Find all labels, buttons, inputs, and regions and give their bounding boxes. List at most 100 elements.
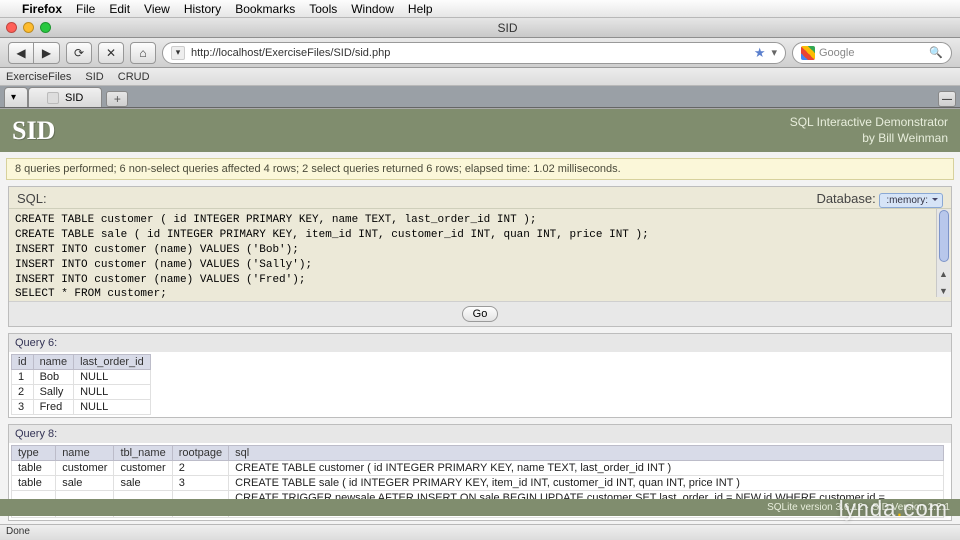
traffic-lights <box>6 22 51 33</box>
cell-null: NULL <box>74 400 151 415</box>
search-placeholder: Google <box>819 47 854 59</box>
subtitle-2: by Bill Weinman <box>790 131 948 147</box>
col-tblname: tbl_name <box>114 446 172 461</box>
sql-block: SQL: Database: :memory: ▲ ▼ Go <box>8 186 952 327</box>
nav-buttons: ◀ ▶ <box>8 42 60 64</box>
version-bar: SQLite version 3.6.12 · SID Version 2.2.… <box>0 499 960 516</box>
tab-strip: ▾ SID + — <box>0 86 960 108</box>
table-row: 3FredNULL <box>12 400 151 415</box>
col-name: name <box>56 446 114 461</box>
url-bar[interactable]: ▾ http://localhost/ExerciseFiles/SID/sid… <box>162 42 786 64</box>
cell: 3 <box>12 400 34 415</box>
bookmarks-toolbar: ExerciseFiles SID CRUD <box>0 68 960 86</box>
go-button[interactable]: Go <box>462 306 499 322</box>
site-favicon-icon: ▾ <box>171 46 185 60</box>
col-last: last_order_id <box>74 355 151 370</box>
reload-button[interactable]: ⟳ <box>66 42 92 64</box>
scroll-down-icon[interactable]: ▼ <box>939 286 948 296</box>
app-title: SID <box>12 116 55 146</box>
cell: 2 <box>12 385 34 400</box>
cell: Bob <box>33 370 74 385</box>
browser-toolbar: ◀ ▶ ⟳ ✕ ⌂ ▾ http://localhost/ExerciseFil… <box>0 38 960 68</box>
back-button[interactable]: ◀ <box>8 42 34 64</box>
status-message: 8 queries performed; 6 non-select querie… <box>6 158 954 180</box>
cell-null: NULL <box>74 385 151 400</box>
dropdown-icon[interactable]: ▾ <box>771 46 777 59</box>
cell: table <box>12 476 56 491</box>
bookmark-link[interactable]: ExerciseFiles <box>6 71 71 83</box>
menu-file[interactable]: File <box>76 2 95 16</box>
listall-icon: ▾ <box>11 92 16 103</box>
window-title: SID <box>61 21 954 35</box>
subtitle-1: SQL Interactive Demonstrator <box>790 115 948 131</box>
tab-favicon-icon <box>47 92 59 104</box>
zoom-icon[interactable] <box>40 22 51 33</box>
cell: customer <box>114 461 172 476</box>
cell-null: NULL <box>74 370 151 385</box>
sql-textarea[interactable] <box>9 208 951 298</box>
col-sql: sql <box>229 446 943 461</box>
sql-label: SQL: <box>17 191 47 206</box>
scrollbar-thumb[interactable] <box>939 210 949 262</box>
cell: Fred <box>33 400 74 415</box>
cell: Sally <box>33 385 74 400</box>
bookmark-star-icon[interactable]: ★ <box>754 45 766 61</box>
query8-title: Query 8: <box>9 425 951 443</box>
mac-menubar: Firefox File Edit View History Bookmarks… <box>0 0 960 18</box>
cell: CREATE TABLE customer ( id INTEGER PRIMA… <box>229 461 943 476</box>
cell: sale <box>56 476 114 491</box>
query6-block: Query 6: id name last_order_id 1BobNULL … <box>8 333 952 418</box>
cell: CREATE TABLE sale ( id INTEGER PRIMARY K… <box>229 476 943 491</box>
db-selector[interactable]: :memory: <box>879 193 943 208</box>
forward-button[interactable]: ▶ <box>34 42 60 64</box>
menu-history[interactable]: History <box>184 2 221 16</box>
tabstrip-menu-button[interactable]: — <box>938 91 956 107</box>
minimize-icon[interactable] <box>23 22 34 33</box>
menu-bookmarks[interactable]: Bookmarks <box>235 2 295 16</box>
google-icon <box>801 46 815 60</box>
menu-help[interactable]: Help <box>408 2 433 16</box>
search-box[interactable]: Google 🔍 <box>792 42 952 64</box>
go-bar: Go <box>9 301 951 326</box>
sql-header: SQL: Database: :memory: <box>9 187 951 208</box>
home-button[interactable]: ⌂ <box>130 42 156 64</box>
scroll-up-icon[interactable]: ▲ <box>939 269 948 279</box>
cell: table <box>12 461 56 476</box>
menu-window[interactable]: Window <box>351 2 394 16</box>
stop-button[interactable]: ✕ <box>98 42 124 64</box>
cell: 2 <box>172 461 228 476</box>
query6-table: id name last_order_id 1BobNULL 2SallyNUL… <box>11 354 151 415</box>
browser-statusbar: Done <box>0 524 960 540</box>
table-row: 2SallyNULL <box>12 385 151 400</box>
table-header-row: type name tbl_name rootpage sql <box>12 446 944 461</box>
app-subtitle: SQL Interactive Demonstrator by Bill Wei… <box>790 115 948 146</box>
db-label: Database: <box>816 191 875 206</box>
cell: sale <box>114 476 172 491</box>
menu-tools[interactable]: Tools <box>309 2 337 16</box>
col-rootpage: rootpage <box>172 446 228 461</box>
scrollbar[interactable]: ▲ ▼ <box>936 209 950 297</box>
query6-title: Query 6: <box>9 334 951 352</box>
bookmark-link[interactable]: SID <box>85 71 103 83</box>
db-selector-wrap: Database: :memory: <box>816 191 943 206</box>
table-row: 1BobNULL <box>12 370 151 385</box>
cell: 3 <box>172 476 228 491</box>
url-text: http://localhost/ExerciseFiles/SID/sid.p… <box>191 47 390 59</box>
table-header-row: id name last_order_id <box>12 355 151 370</box>
tab-active[interactable]: SID <box>28 87 102 107</box>
menu-edit[interactable]: Edit <box>109 2 130 16</box>
menu-app[interactable]: Firefox <box>22 2 62 16</box>
window-titlebar: SID <box>0 18 960 38</box>
bookmark-link[interactable]: CRUD <box>118 71 150 83</box>
page-content: SID SQL Interactive Demonstrator by Bill… <box>0 108 960 528</box>
col-name: name <box>33 355 74 370</box>
close-icon[interactable] <box>6 22 17 33</box>
tab-label: SID <box>65 92 83 104</box>
menu-view[interactable]: View <box>144 2 170 16</box>
col-type: type <box>12 446 56 461</box>
tab-listall[interactable]: ▾ <box>4 87 28 107</box>
search-icon[interactable]: 🔍 <box>929 46 943 59</box>
table-row: tablesalesale3CREATE TABLE sale ( id INT… <box>12 476 944 491</box>
new-tab-button[interactable]: + <box>106 91 128 107</box>
col-id: id <box>12 355 34 370</box>
